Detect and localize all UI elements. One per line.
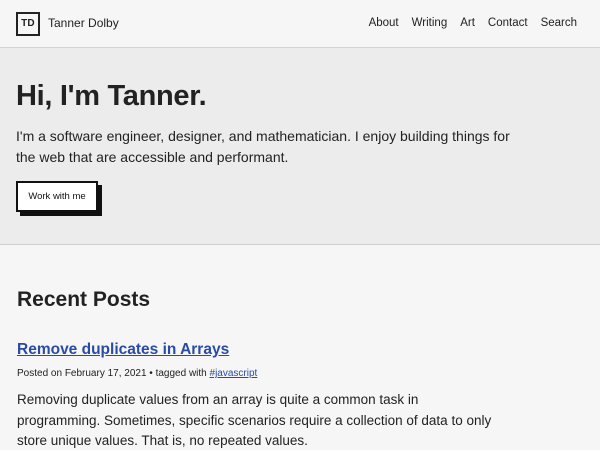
hero-section: Hi, I'm Tanner. I'm a software engineer,… [0, 48, 600, 245]
post-meta-date: Posted on February 17, 2021 • tagged wit… [17, 368, 210, 379]
nav-link-writing[interactable]: Writing [412, 16, 448, 31]
post-tag-link[interactable]: #javascript [210, 368, 258, 379]
logo[interactable]: TD [16, 12, 40, 36]
post-title-link[interactable]: Remove duplicates in Arrays [17, 340, 229, 360]
work-with-me-button[interactable]: Work with me [16, 181, 98, 212]
main-nav: About Writing Art Contact Search [356, 16, 577, 31]
hero-title: Hi, I'm Tanner. [16, 80, 207, 112]
nav-link-art[interactable]: Art [460, 16, 475, 31]
nav-link-contact[interactable]: Contact [488, 16, 528, 31]
post-excerpt: Removing duplicate values from an array … [17, 392, 492, 448]
nav-link-about[interactable]: About [369, 16, 399, 31]
hero-intro: I'm a software engineer, designer, and m… [16, 128, 510, 165]
site-header: TD Tanner Dolby About Writing Art Contac… [0, 0, 600, 48]
post-meta: Posted on February 17, 2021 • tagged wit… [17, 367, 257, 380]
site-name[interactable]: Tanner Dolby [48, 16, 119, 31]
recent-posts-heading: Recent Posts [17, 288, 151, 311]
cta-wrapper: Work with me [16, 181, 102, 216]
nav-link-search[interactable]: Search [541, 16, 577, 31]
